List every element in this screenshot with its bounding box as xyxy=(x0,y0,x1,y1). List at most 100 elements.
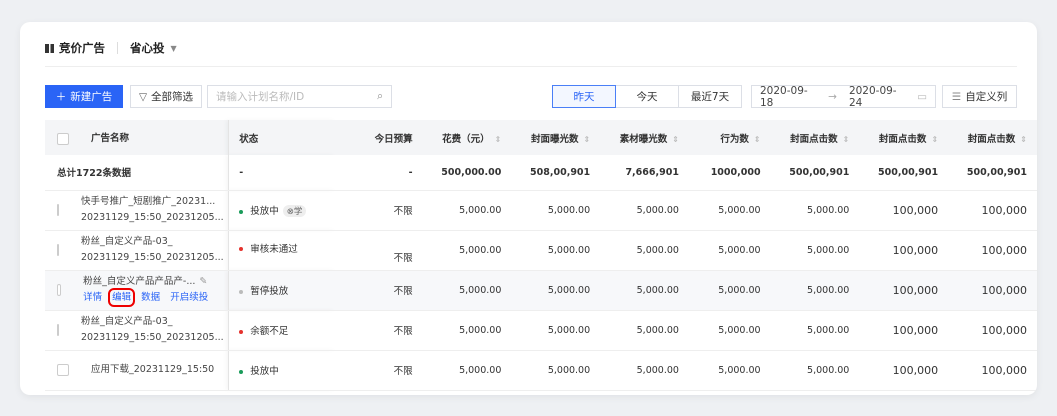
name-cell: 快手号推广_短剧推广_20231... 20231129_15:50_202312… xyxy=(45,190,229,231)
learning-tag: ⊗学 xyxy=(282,205,307,217)
sort-icon[interactable]: ⇕ xyxy=(583,135,590,144)
ad-panel: 竞价广告 省心投 ▼ ＋新建广告 ▽ 全部筛选 请输入计划名称/ID ⌕ 昨天 今天… xyxy=(20,22,1037,395)
sort-icon[interactable]: ⇕ xyxy=(672,135,679,144)
row-checkbox[interactable] xyxy=(57,324,59,336)
status-dot-icon xyxy=(239,289,244,294)
name-cell: 粉丝_自定义产品-03_ 20231129_15:50_20231205... xyxy=(45,230,229,271)
metric-cell: 5,000.00 xyxy=(422,350,512,391)
column-header-sortable[interactable]: 封面点击数 ⇕ xyxy=(859,120,949,155)
metric-cell: 100,000 xyxy=(859,190,949,231)
metric-cell: 5,000.00 xyxy=(511,270,601,311)
new-ad-button[interactable]: ＋新建广告 xyxy=(45,85,123,108)
new-ad-label: 新建广告 xyxy=(70,91,113,103)
metric-cell: 5,000.00 xyxy=(600,230,689,271)
status-cell: 审核未通过 xyxy=(228,230,336,271)
total-value: 7,666,901 xyxy=(600,155,689,191)
metric-cell: 5,000.00 xyxy=(511,230,601,271)
date-start[interactable]: 2020-09-18 xyxy=(760,85,816,109)
search-icon[interactable]: ⌕ xyxy=(377,90,383,103)
action-link-2[interactable]: 数据 xyxy=(141,292,160,303)
column-label: 广告名称 xyxy=(91,133,130,145)
custom-columns-button[interactable]: ☰ 自定义列 xyxy=(942,85,1017,108)
tag-label: 学 xyxy=(293,207,303,217)
metric-cell: 100,000 xyxy=(948,190,1037,231)
table-header: 广告名称 状态 今日预算 花费（元） ⇕ 封面曝光数 ⇕ 素材曝光数 ⇕ 行为数 ⇕ 封面点击数 ⇕ 封面… xyxy=(45,120,1037,155)
column-header-sortable[interactable]: 花费（元） ⇕ xyxy=(422,120,512,155)
metric-cell: 5,000.00 xyxy=(688,190,771,231)
ad-name[interactable]: 粉丝_自定义产品产品产-... xyxy=(83,276,195,287)
budget-cell: 不限 xyxy=(335,190,423,231)
sort-icon[interactable]: ⇕ xyxy=(843,135,850,144)
ads-table: 广告名称 状态 今日预算 花费（元） ⇕ 封面曝光数 ⇕ 素材曝光数 ⇕ 行为数 ⇕ 封面点击数 ⇕ 封面… xyxy=(45,120,1037,391)
column-header-name: 广告名称 xyxy=(45,120,229,155)
name-cell: 粉丝_自定义产品-03_ 20231129_15:50_20231205... xyxy=(45,310,229,351)
status-dot-icon xyxy=(239,209,244,214)
date-end[interactable]: 2020-09-24 xyxy=(849,85,905,109)
sort-icon[interactable]: ⇕ xyxy=(495,135,502,144)
status-cell: 余额不足 xyxy=(228,310,336,351)
ad-name[interactable]: 快手号推广_短剧推广_20231... xyxy=(81,194,224,210)
sort-icon[interactable]: ⇕ xyxy=(754,135,761,144)
product-selector[interactable]: 省心投 xyxy=(130,40,165,56)
custom-columns-label: 自定义列 xyxy=(965,91,1008,103)
date-range-picker[interactable]: 2020-09-18 → 2020-09-24 ▭ xyxy=(751,85,936,109)
ad-name[interactable]: 粉丝_自定义产品-03_ xyxy=(81,314,224,330)
column-label: 封面点击数 xyxy=(878,133,927,145)
column-label: 花费（元） xyxy=(442,133,490,145)
ad-name-line2: 20231129_15:50_20231205... xyxy=(81,252,224,263)
sort-icon[interactable]: ⇕ xyxy=(931,135,938,144)
metric-cell: 5,000.00 xyxy=(422,310,512,351)
status-cell: 暂停投放 xyxy=(228,270,336,311)
select-all-checkbox[interactable] xyxy=(57,132,69,145)
row-checkbox[interactable] xyxy=(57,364,69,376)
total-budget: - xyxy=(335,155,423,191)
status-text: 暂停投放 xyxy=(250,286,289,297)
metric-cell: 5,000.00 xyxy=(688,350,771,391)
page-header: 竞价广告 省心投 ▼ xyxy=(45,38,177,58)
column-label: 行为数 xyxy=(720,133,749,145)
edit-pencil-icon[interactable]: ✎ xyxy=(199,276,207,287)
filter-button[interactable]: ▽ 全部筛选 xyxy=(130,85,202,108)
column-header-sortable[interactable]: 封面点击数 ⇕ xyxy=(948,120,1037,155)
column-label: 封面点击数 xyxy=(790,133,838,145)
column-label: 封面点击数 xyxy=(967,133,1016,145)
action-link-1[interactable]: 编辑 xyxy=(108,288,136,307)
column-header-budget: 今日预算 xyxy=(335,120,423,155)
metric-cell: 5,000.00 xyxy=(770,230,860,271)
ad-name[interactable]: 粉丝_自定义产品-03_ xyxy=(81,234,224,250)
row-checkbox[interactable] xyxy=(57,244,59,256)
status-text: 审核未通过 xyxy=(250,243,298,255)
column-header-sortable[interactable]: 封面点击数 ⇕ xyxy=(770,120,860,155)
status-cell: 投放中 xyxy=(228,350,336,391)
metric-cell: 100,000 xyxy=(859,230,949,271)
row-checkbox[interactable] xyxy=(57,204,59,216)
chevron-down-icon[interactable]: ▼ xyxy=(171,44,177,53)
divider xyxy=(45,66,1017,67)
budget-cell: 不限 xyxy=(335,230,423,271)
period-last-7-days[interactable]: 最近7天 xyxy=(678,85,742,108)
status-dot-icon xyxy=(239,247,244,251)
metric-cell: 5,000.00 xyxy=(600,350,689,391)
table-row: 粉丝_自定义产品-03_ 20231129_15:50_20231205... 审核… xyxy=(45,230,1037,271)
name-cell: 粉丝_自定义产品产品产-... ✎ 详情 编辑 数据 开启续投 xyxy=(45,270,229,311)
column-label: 素材曝光数 xyxy=(619,133,668,145)
search-input[interactable]: 请输入计划名称/ID ⌕ xyxy=(207,85,392,108)
sort-icon[interactable]: ⇕ xyxy=(1020,135,1027,144)
ad-name-line2: 20231129_15:50_20231205... xyxy=(81,212,224,223)
search-placeholder: 请输入计划名称/ID xyxy=(216,91,305,103)
period-yesterday[interactable]: 昨天 xyxy=(552,85,616,108)
action-link-3[interactable]: 开启续投 xyxy=(170,292,208,303)
ad-name[interactable]: 应用下载_20231129_15:50 xyxy=(91,362,214,378)
metric-cell: 5,000.00 xyxy=(600,270,689,311)
period-today[interactable]: 今天 xyxy=(615,85,679,108)
total-value: 500,00,901 xyxy=(859,155,949,191)
column-header-sortable[interactable]: 行为数 ⇕ xyxy=(688,120,771,155)
column-header-sortable[interactable]: 素材曝光数 ⇕ xyxy=(600,120,689,155)
row-checkbox[interactable] xyxy=(57,284,62,296)
table-row: 粉丝_自定义产品-03_ 20231129_15:50_20231205... 余额… xyxy=(45,310,1037,351)
column-header-sortable[interactable]: 封面曝光数 ⇕ xyxy=(511,120,601,155)
action-link-0[interactable]: 详情 xyxy=(83,292,102,303)
metric-cell: 100,000 xyxy=(948,270,1037,311)
app-logo-icon xyxy=(45,43,54,53)
budget-cell: 不限 xyxy=(335,310,423,351)
